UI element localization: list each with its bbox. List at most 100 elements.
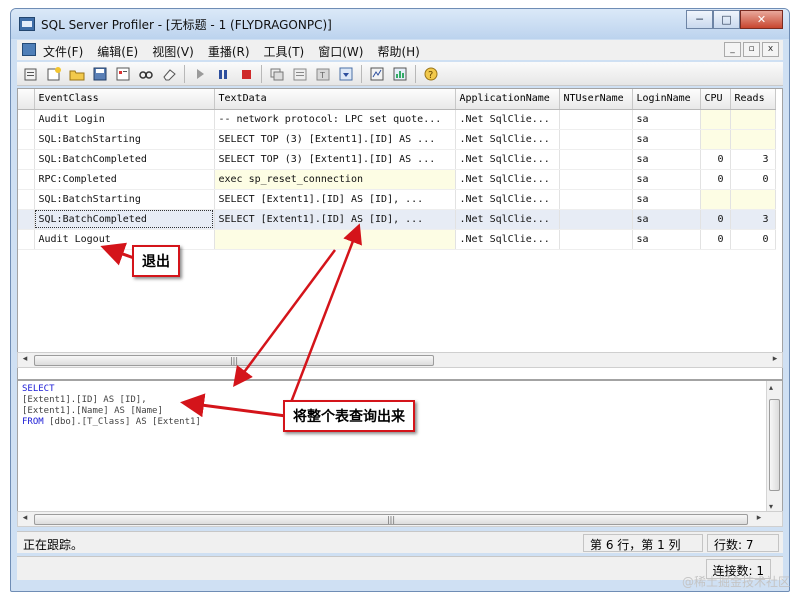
text-data-cell: exec sp_reset_connection bbox=[214, 169, 456, 190]
text-scroll-thumb[interactable] bbox=[769, 399, 780, 491]
template-view-icon[interactable]: T bbox=[313, 65, 332, 83]
column-header-loginname[interactable]: LoginName bbox=[632, 89, 701, 110]
child-restore-button[interactable]: ▫ bbox=[743, 42, 760, 57]
login-name-cell: sa bbox=[632, 149, 701, 170]
grid-scroll-thumb[interactable]: ||| bbox=[34, 355, 434, 366]
sql-line-id: [Extent1].[ID] AS [ID], bbox=[22, 395, 147, 405]
reads-cell bbox=[730, 109, 776, 130]
find-icon[interactable] bbox=[136, 65, 155, 83]
cpu-cell: 0 bbox=[700, 169, 731, 190]
table-row[interactable]: Audit Login -- network protocol: LPC set… bbox=[18, 109, 776, 130]
pause-icon[interactable] bbox=[213, 65, 232, 83]
clear-window-icon[interactable] bbox=[267, 65, 286, 83]
help-icon[interactable]: ? bbox=[421, 65, 440, 83]
column-header-ntusername[interactable]: NTUserName bbox=[559, 89, 633, 110]
list-view-icon[interactable] bbox=[290, 65, 309, 83]
menu-view[interactable]: 视图(V) bbox=[152, 43, 194, 60]
grid-horizontal-scrollbar[interactable]: ◂ ||| ▸ bbox=[17, 352, 783, 368]
title-bar[interactable]: SQL Server Profiler - [无标题 - 1 (FLYDRAGO… bbox=[11, 9, 789, 39]
eraser-icon[interactable] bbox=[159, 65, 178, 83]
child-minimize-button[interactable]: _ bbox=[724, 42, 741, 57]
login-name-cell: sa bbox=[632, 129, 701, 150]
text-data-cell: SELECT [Extent1].[ID] AS [ID], ... bbox=[214, 189, 456, 210]
application-name-cell: .Net SqlClie... bbox=[455, 129, 560, 150]
scroll-up-icon[interactable]: ▴ bbox=[769, 383, 773, 392]
trace-table: EventClass TextData ApplicationName NTUs… bbox=[18, 89, 776, 250]
text-vertical-scrollbar[interactable]: ▴ ▾ bbox=[766, 381, 782, 513]
cpu-cell: 0 bbox=[700, 229, 731, 250]
login-name-cell: sa bbox=[632, 109, 701, 130]
table-row[interactable]: SQL:BatchCompleted SELECT TOP (3) [Exten… bbox=[18, 149, 776, 170]
cpu-cell bbox=[700, 109, 731, 130]
text-horizontal-scrollbar[interactable]: ◂ ||| ▸ bbox=[17, 511, 783, 527]
toolbar-separator bbox=[415, 64, 416, 83]
menu-help[interactable]: 帮助(H) bbox=[377, 43, 419, 60]
toolbar: T ? bbox=[17, 62, 783, 86]
nt-user-name-cell bbox=[559, 109, 633, 130]
nt-user-name-cell bbox=[559, 129, 633, 150]
save-icon[interactable] bbox=[90, 65, 109, 83]
activity-monitor-icon[interactable] bbox=[367, 65, 386, 83]
sql-keyword-select: SELECT bbox=[22, 384, 55, 394]
stop-icon[interactable] bbox=[236, 65, 255, 83]
maximize-button[interactable]: □ bbox=[713, 10, 740, 29]
menu-window[interactable]: 窗口(W) bbox=[318, 43, 363, 60]
menu-file[interactable]: 文件(F) bbox=[43, 43, 83, 60]
menu-replay[interactable]: 重播(R) bbox=[208, 43, 250, 60]
new-template-icon[interactable] bbox=[44, 65, 63, 83]
text-data-cell: SELECT TOP (3) [Extent1].[ID] AS ... bbox=[214, 129, 456, 150]
column-header-textdata[interactable]: TextData bbox=[214, 89, 456, 110]
table-row[interactable]: RPC:Completed exec sp_reset_connection .… bbox=[18, 169, 776, 190]
cursor-position: 第 6 行，第 1 列 bbox=[583, 534, 703, 552]
status-bar: 正在跟踪。 第 6 行，第 1 列 行数: 7 bbox=[17, 531, 783, 553]
table-row[interactable]: SQL:BatchStarting SELECT [Extent1].[ID] … bbox=[18, 189, 776, 210]
run-icon[interactable] bbox=[190, 65, 209, 83]
menu-edit[interactable]: 编辑(E) bbox=[97, 43, 138, 60]
auto-scroll-icon[interactable] bbox=[336, 65, 355, 83]
column-header-reads[interactable]: Reads bbox=[730, 89, 776, 110]
nt-user-name-cell bbox=[559, 169, 633, 190]
text-data-cell bbox=[214, 229, 456, 250]
login-name-cell: sa bbox=[632, 189, 701, 210]
connection-bar: 连接数: 1 bbox=[17, 556, 783, 580]
scroll-right-icon[interactable]: ▸ bbox=[752, 513, 766, 523]
menu-tools[interactable]: 工具(T) bbox=[264, 43, 305, 60]
text-data-cell: -- network protocol: LPC set quote... bbox=[214, 109, 456, 130]
column-header-eventclass[interactable]: EventClass bbox=[34, 89, 215, 110]
close-button[interactable]: ✕ bbox=[740, 10, 783, 29]
application-name-cell: .Net SqlClie... bbox=[455, 149, 560, 170]
event-class-cell: SQL:BatchStarting bbox=[34, 189, 215, 210]
scroll-left-icon[interactable]: ◂ bbox=[18, 513, 32, 523]
event-class-cell: SQL:BatchStarting bbox=[34, 129, 215, 150]
application-name-cell: .Net SqlClie... bbox=[455, 169, 560, 190]
minimize-button[interactable]: ─ bbox=[686, 10, 713, 29]
properties-icon[interactable] bbox=[113, 65, 132, 83]
sql-line-name: [Extent1].[Name] AS [Name] bbox=[22, 406, 163, 416]
scroll-right-icon[interactable]: ▸ bbox=[768, 354, 782, 364]
event-class-cell: SQL:BatchCompleted bbox=[34, 149, 215, 170]
sql-text: SELECT [Extent1].[ID] AS [ID], [Extent1]… bbox=[22, 384, 201, 428]
reads-cell bbox=[730, 189, 776, 210]
table-row-selected[interactable]: SQL:BatchCompleted SELECT [Extent1].[ID]… bbox=[18, 209, 776, 230]
nt-user-name-cell bbox=[559, 209, 633, 230]
row-count: 行数: 7 bbox=[707, 534, 779, 552]
performance-monitor-icon[interactable] bbox=[390, 65, 409, 83]
application-name-cell: .Net SqlClie... bbox=[455, 189, 560, 210]
profiler-window: SQL Server Profiler - [无标题 - 1 (FLYDRAGO… bbox=[10, 8, 790, 592]
app-icon bbox=[19, 17, 35, 31]
text-data-cell: SELECT [Extent1].[ID] AS [ID], ... bbox=[214, 209, 456, 230]
login-name-cell: sa bbox=[632, 209, 701, 230]
open-folder-icon[interactable] bbox=[67, 65, 86, 83]
trace-grid: EventClass TextData ApplicationName NTUs… bbox=[17, 88, 783, 380]
scroll-left-icon[interactable]: ◂ bbox=[18, 354, 32, 364]
new-trace-icon[interactable] bbox=[21, 65, 40, 83]
scroll-down-icon[interactable]: ▾ bbox=[769, 502, 773, 511]
column-header-applicationname[interactable]: ApplicationName bbox=[455, 89, 560, 110]
child-close-button[interactable]: x bbox=[762, 42, 779, 57]
table-row[interactable]: SQL:BatchStarting SELECT TOP (3) [Extent… bbox=[18, 129, 776, 150]
text-horizontal-thumb[interactable]: ||| bbox=[34, 514, 748, 525]
column-header-cpu[interactable]: CPU bbox=[700, 89, 731, 110]
table-header-row: EventClass TextData ApplicationName NTUs… bbox=[18, 89, 776, 110]
menu-bar: 文件(F) 编辑(E) 视图(V) 重播(R) 工具(T) 窗口(W) 帮助(H… bbox=[17, 40, 783, 60]
reads-cell: 3 bbox=[730, 209, 776, 230]
